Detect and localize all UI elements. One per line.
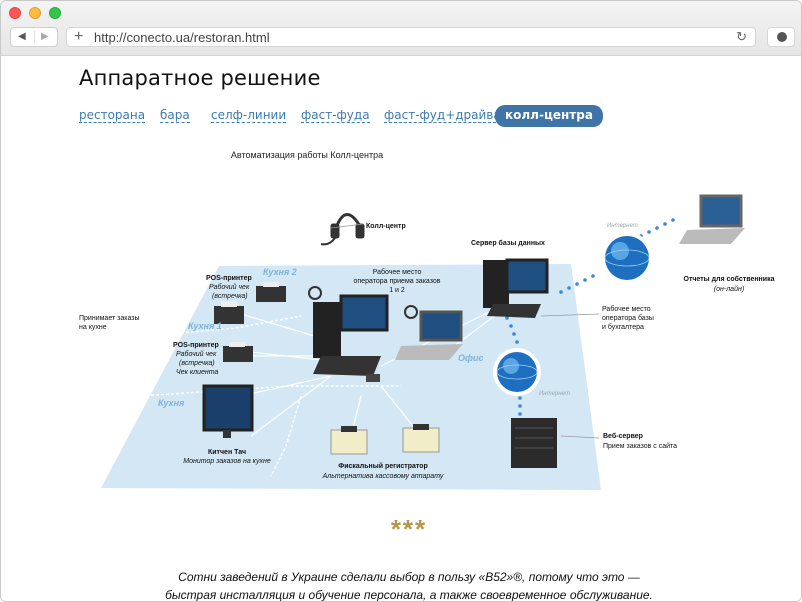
fiscal-register-icon — [330, 426, 368, 455]
decorative-stars: *** — [390, 514, 428, 544]
label-operator: Рабочее место — [372, 269, 422, 276]
record-icon — [777, 32, 787, 42]
label-takes-orders: Принимает заказы — [79, 315, 140, 322]
forward-button[interactable]: ▶ — [41, 32, 49, 42]
label-web-server: Веб-сервер — [603, 433, 643, 440]
new-tab-icon[interactable]: + — [74, 29, 83, 45]
label-internet-mid: Интернет — [539, 391, 570, 397]
promo-line-1: Сотни заведений в Украине сделали выбор … — [178, 570, 640, 584]
headset-icon — [320, 213, 365, 246]
promo-text: Сотни заведений в Украине сделали выбор … — [1, 568, 801, 602]
browser-menu-button[interactable] — [767, 27, 795, 47]
label-pos-printer-2: POS-принтер — [173, 342, 219, 349]
label-takes-orders-2: на кухне — [79, 324, 107, 331]
url-text[interactable]: http://conecto.ua/restoran.html — [94, 30, 270, 45]
back-button[interactable]: ◀ — [18, 32, 26, 42]
label-internet-top: Интернет — [607, 223, 638, 229]
browser-toolbar: ◀ ▶ + http://conecto.ua/restoran.html ↻ — [1, 1, 801, 56]
browser-window: ◀ ▶ + http://conecto.ua/restoran.html ↻ … — [0, 0, 802, 602]
label-kitchen-1: Кухня 1 — [188, 321, 222, 331]
history-nav: ◀ ▶ — [10, 27, 58, 47]
label-operator-3: 1 и 2 — [389, 287, 405, 294]
label-pos-printer-1: POS-принтер — [206, 275, 252, 282]
close-window-button[interactable] — [9, 7, 21, 19]
database-server-icon — [483, 258, 549, 318]
label-fiscal: Фискальный регистратор — [338, 463, 428, 470]
label-owner-reports-sub: (он-лайн) — [713, 286, 745, 293]
promo-line-2: быстрая инсталляция и обучение персонала… — [165, 588, 653, 602]
internet-globe-icon — [601, 232, 653, 284]
page-content: Аппаратное решение ресторана бара селф-л… — [1, 56, 801, 601]
label-pos-printer-2-sub1: Рабочий чек — [176, 351, 217, 358]
label-pos-printer-1-sub2: (встречка) — [212, 293, 248, 300]
label-operator-2: оператора приема заказов — [353, 278, 441, 285]
label-accountant-2: оператора базы — [602, 315, 654, 322]
label-web-server-sub: Прием заказов с сайта — [603, 443, 678, 450]
label-pos-printer-1-sub: Рабочий чек — [209, 284, 250, 291]
maximize-window-button[interactable] — [49, 7, 61, 19]
internet-globe-icon — [493, 348, 541, 396]
label-office: Офис — [458, 353, 484, 363]
label-accountant: Рабочее место — [602, 306, 651, 313]
address-bar[interactable]: + http://conecto.ua/restoran.html ↻ — [66, 27, 756, 47]
minimize-window-button[interactable] — [29, 7, 41, 19]
label-fiscal-sub: Альтернатива кассовому аппарату — [322, 473, 444, 480]
label-db-server: Сервер базы данных — [471, 240, 545, 247]
reload-icon[interactable]: ↻ — [736, 30, 747, 44]
label-kitchen: Кухня — [158, 398, 185, 408]
label-pos-printer-2-sub3: Чек клиента — [176, 369, 219, 376]
fiscal-register-icon — [402, 424, 440, 453]
label-owner-reports: Отчеты для собственника — [683, 276, 775, 283]
web-server-icon — [511, 418, 557, 468]
label-kitchen-2: Кухня 2 — [263, 267, 297, 277]
label-call-center: Колл-центр — [366, 223, 406, 230]
owner-laptop-icon — [679, 194, 745, 244]
label-accountant-3: и бухгалтера — [602, 324, 644, 331]
label-pos-printer-2-sub2: (встречка) — [179, 360, 215, 367]
kitchen-monitor-icon — [202, 384, 254, 438]
label-kitchen-touch: Китчен Тач — [207, 449, 247, 456]
label-kitchen-touch-sub: Монитор заказов на кухне — [183, 458, 271, 465]
